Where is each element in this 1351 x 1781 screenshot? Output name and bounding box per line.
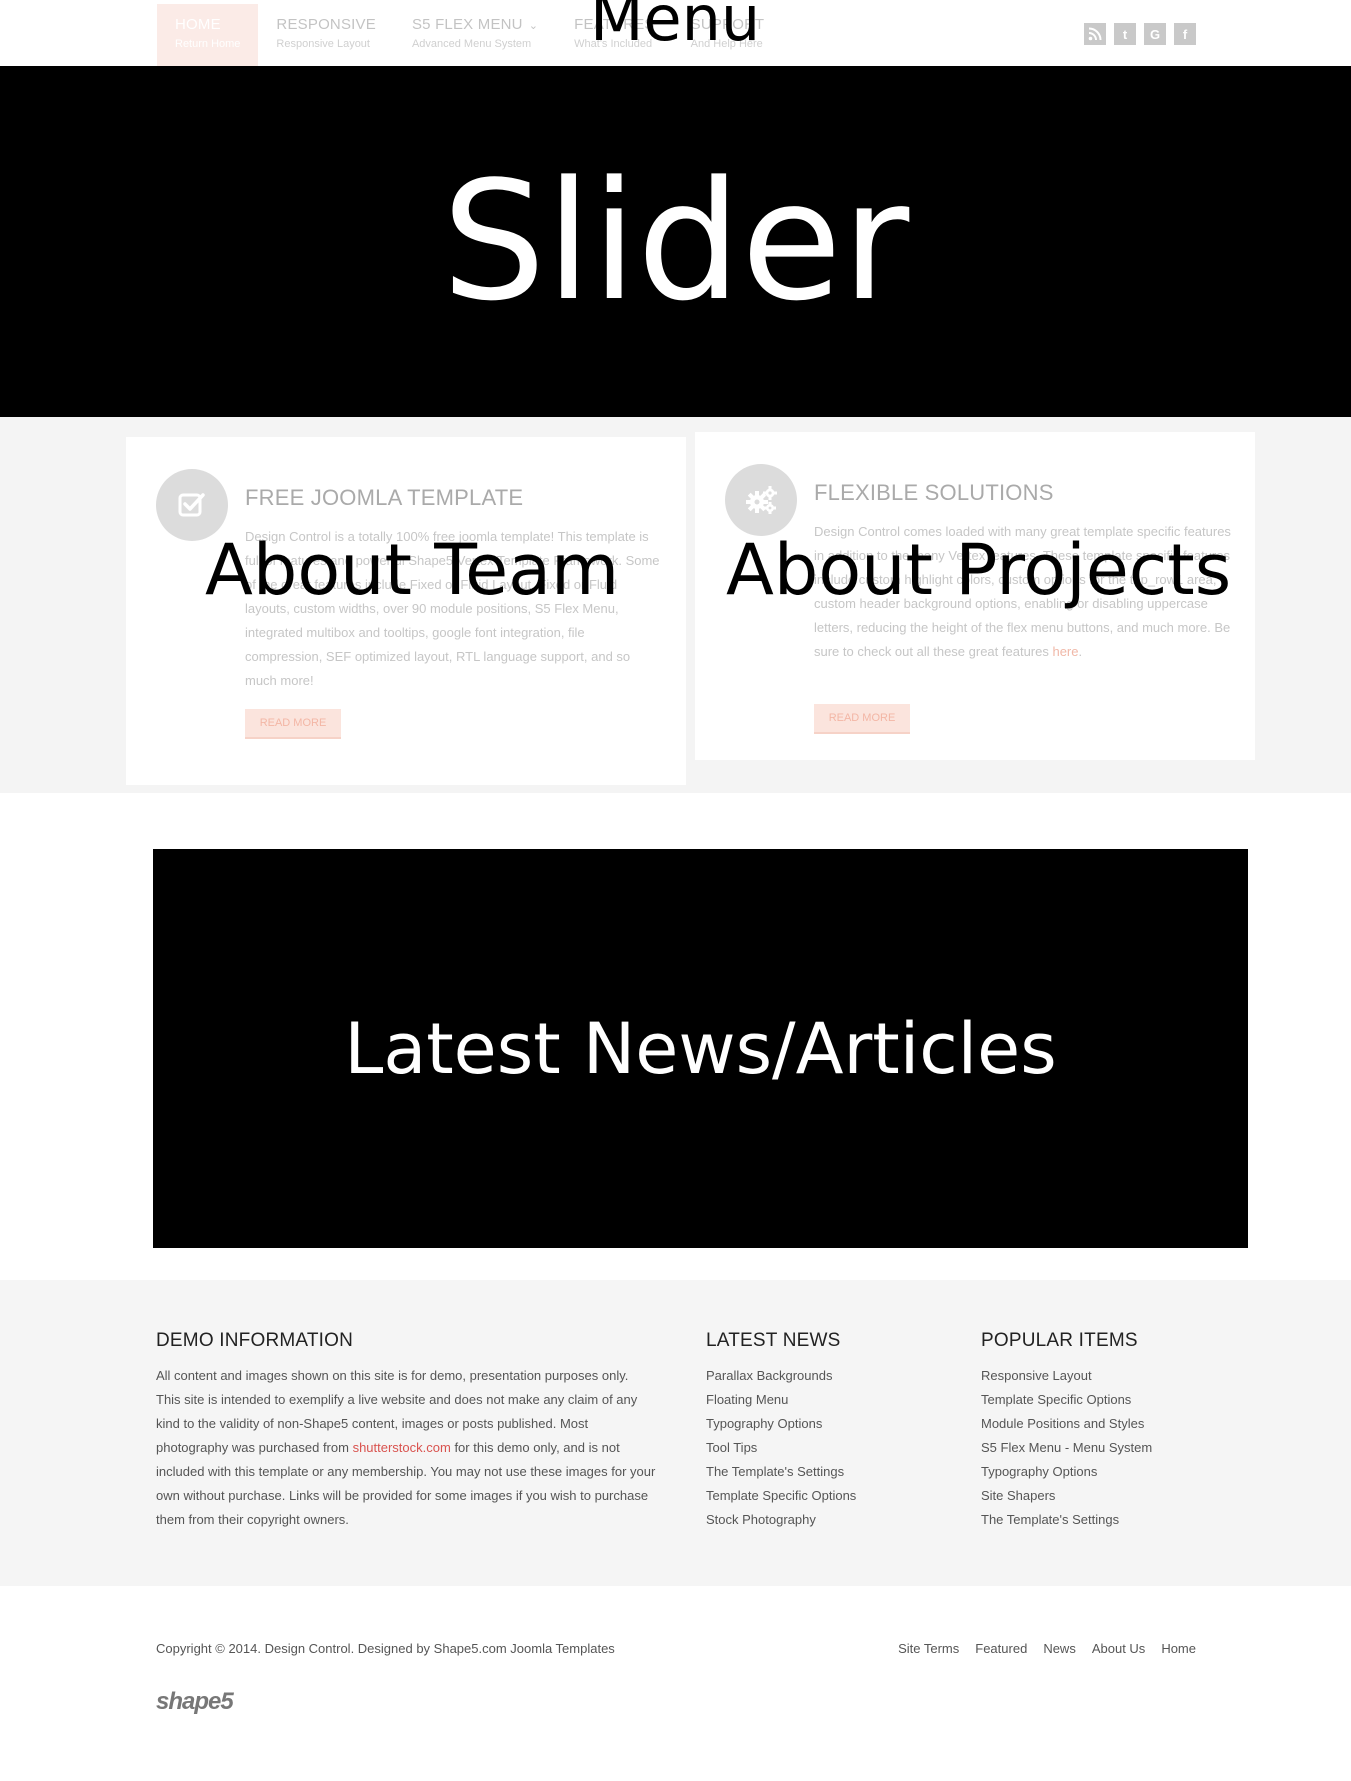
list-item[interactable]: Module Positions and Styles bbox=[981, 1412, 1152, 1436]
list-item[interactable]: Site Shapers bbox=[981, 1484, 1152, 1508]
menu-item-sublabel: Return Home bbox=[175, 38, 241, 50]
popular-items-column: POPULAR ITEMS Responsive Layout Template… bbox=[981, 1330, 1152, 1532]
latest-news-title: LATEST NEWS bbox=[706, 1330, 841, 1351]
footer-link-about-us[interactable]: About Us bbox=[1092, 1641, 1145, 1656]
about-team-label: About Team bbox=[205, 529, 620, 611]
menu-overlay-label: Menu bbox=[590, 0, 761, 55]
slider: Slider bbox=[0, 66, 1351, 417]
twitter-icon[interactable]: t bbox=[1114, 23, 1136, 45]
features-section: FREE JOOMLA TEMPLATE Design Control is a… bbox=[0, 417, 1351, 793]
read-more-button[interactable]: READ MORE bbox=[814, 704, 910, 734]
feature-body-text-end: . bbox=[1078, 644, 1083, 659]
menu-item-sublabel: Responsive Layout bbox=[276, 38, 370, 50]
latest-news-list: Parallax Backgrounds Floating Menu Typog… bbox=[706, 1364, 856, 1532]
latest-news-label: Latest News/Articles bbox=[344, 1007, 1057, 1090]
demo-information-text: All content and images shown on this sit… bbox=[156, 1364, 656, 1532]
menu-item-label: RESPONSIVE bbox=[276, 16, 376, 33]
list-item[interactable]: The Template's Settings bbox=[706, 1460, 856, 1484]
shutterstock-link[interactable]: shutterstock.com bbox=[353, 1440, 451, 1455]
menu-item-sublabel: Advanced Menu System bbox=[411, 38, 532, 50]
menu-item-label: HOME bbox=[175, 16, 221, 33]
feature-title: FLEXIBLE SOLUTIONS bbox=[814, 480, 1054, 505]
demo-information-title: DEMO INFORMATION bbox=[156, 1330, 354, 1351]
google-icon[interactable]: G bbox=[1144, 23, 1166, 45]
list-item[interactable]: The Template's Settings bbox=[981, 1508, 1152, 1532]
menu-item-label: S5 FLEX MENU ⌄ bbox=[412, 16, 538, 33]
menu-item-label-text: S5 FLEX MENU bbox=[411, 16, 523, 33]
list-item[interactable]: Floating Menu bbox=[706, 1388, 856, 1412]
demo-information: DEMO INFORMATION All content and images … bbox=[156, 1330, 656, 1532]
footer-link-news[interactable]: News bbox=[1043, 1641, 1076, 1656]
latest-news-column: LATEST NEWS Parallax Backgrounds Floatin… bbox=[706, 1330, 856, 1532]
list-item[interactable]: Stock Photography bbox=[706, 1508, 856, 1532]
list-item[interactable]: Typography Options bbox=[706, 1412, 856, 1436]
list-item[interactable]: Template Specific Options bbox=[981, 1388, 1152, 1412]
chevron-down-icon: ⌄ bbox=[528, 20, 539, 32]
header: HOME Return Home RESPONSIVE Responsive L… bbox=[0, 0, 1351, 66]
menu-item-s5-flex-menu[interactable]: S5 FLEX MENU ⌄ Advanced Menu System bbox=[394, 4, 556, 66]
latest-news-block: Latest News/Articles bbox=[153, 849, 1248, 1248]
list-item[interactable]: Typography Options bbox=[981, 1460, 1152, 1484]
popular-items-title: POPULAR ITEMS bbox=[981, 1330, 1138, 1351]
feature-box-team: FREE JOOMLA TEMPLATE Design Control is a… bbox=[126, 437, 686, 785]
menu-item-responsive[interactable]: RESPONSIVE Responsive Layout bbox=[258, 4, 394, 66]
footer-link-home[interactable]: Home bbox=[1161, 1641, 1196, 1656]
bottom-info-section: DEMO INFORMATION All content and images … bbox=[0, 1280, 1351, 1586]
popular-items-list: Responsive Layout Template Specific Opti… bbox=[981, 1364, 1152, 1532]
list-item[interactable]: Template Specific Options bbox=[706, 1484, 856, 1508]
social-icons: t G f bbox=[1084, 23, 1196, 45]
copyright-text: Copyright © 2014. Design Control. Design… bbox=[156, 1641, 615, 1656]
gears-icon bbox=[725, 464, 797, 536]
footer: Copyright © 2014. Design Control. Design… bbox=[0, 1586, 1351, 1781]
footer-link-featured[interactable]: Featured bbox=[975, 1641, 1027, 1656]
list-item[interactable]: Parallax Backgrounds bbox=[706, 1364, 856, 1388]
footer-link-site-terms[interactable]: Site Terms bbox=[898, 1641, 959, 1656]
facebook-icon[interactable]: f bbox=[1174, 23, 1196, 45]
list-item[interactable]: Responsive Layout bbox=[981, 1364, 1152, 1388]
slider-label: Slider bbox=[441, 145, 910, 337]
list-item[interactable]: Tool Tips bbox=[706, 1436, 856, 1460]
feature-body-link[interactable]: here bbox=[1052, 644, 1078, 659]
shape5-logo[interactable]: shape5 bbox=[156, 1688, 234, 1716]
rss-icon[interactable] bbox=[1084, 23, 1106, 45]
feature-title: FREE JOOMLA TEMPLATE bbox=[245, 485, 524, 510]
read-more-button[interactable]: READ MORE bbox=[245, 709, 341, 739]
menu-item-home[interactable]: HOME Return Home bbox=[157, 4, 259, 66]
footer-links: Site Terms Featured News About Us Home bbox=[898, 1641, 1196, 1656]
about-projects-label: About Projects bbox=[726, 529, 1232, 611]
list-item[interactable]: S5 Flex Menu - Menu System bbox=[981, 1436, 1152, 1460]
